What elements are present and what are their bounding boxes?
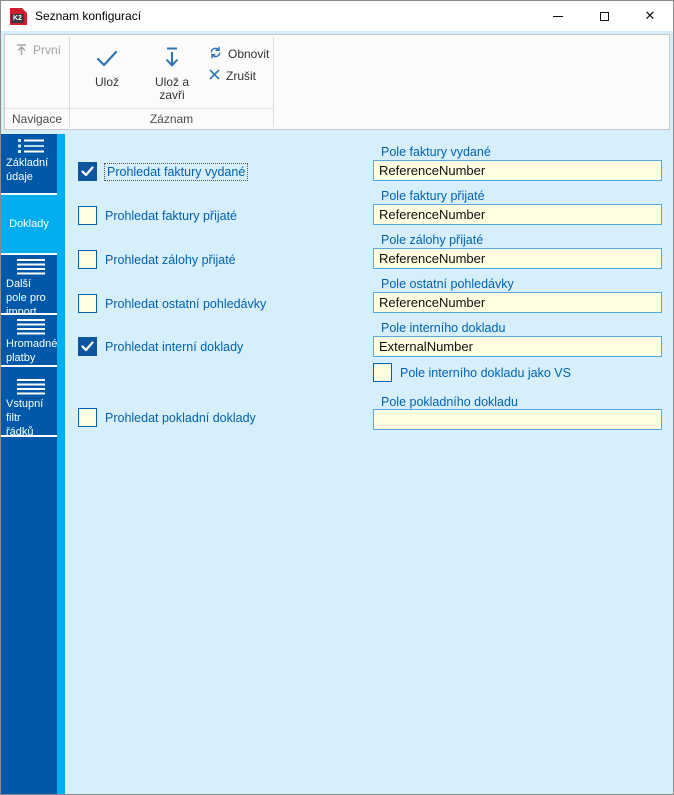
save-close-arrow-icon	[162, 45, 182, 71]
checkbox-unchecked	[78, 408, 97, 427]
refresh-icon	[208, 45, 223, 63]
minimize-icon	[553, 15, 563, 17]
checkbox-label: Pole interního dokladu jako VS	[400, 365, 571, 380]
input-pole-zalohy-prijate[interactable]	[373, 248, 662, 269]
checkbox-label: Prohledat faktury přijaté	[105, 208, 238, 223]
sidebar-tab-label: Doklady	[9, 218, 49, 230]
checkbox-label: Prohledat zálohy přijaté	[105, 252, 236, 267]
sidebar-tab-label: Vstupní filtr řádků	[6, 398, 44, 437]
maximize-icon	[599, 11, 609, 21]
checkbox-checked-icon	[78, 162, 97, 181]
close-button[interactable]: ✕	[627, 1, 673, 31]
ribbon-empty-area	[274, 35, 669, 129]
save-button[interactable]: Ulož	[76, 35, 138, 108]
cancel-button[interactable]: Zrušit	[208, 65, 269, 87]
checkbox-unchecked	[78, 250, 97, 269]
refresh-button-label: Obnovit	[228, 47, 270, 61]
first-arrow-icon	[15, 43, 28, 59]
maximize-button[interactable]	[581, 1, 627, 31]
app-icon-label: K2	[11, 13, 24, 23]
checkbox-prohledat-interni-doklady[interactable]: Prohledat interní doklady	[78, 337, 243, 356]
ribbon-group-navigace-label: Navigace	[5, 108, 69, 129]
ribbon-group-zaznam: Ulož Ulož a zavři Obnovit Zrušit Záznam	[70, 35, 273, 129]
minimize-button[interactable]	[535, 1, 581, 31]
checkbox-unchecked	[78, 294, 97, 313]
checkbox-prohledat-faktury-prijate[interactable]: Prohledat faktury přijaté	[78, 206, 237, 225]
checkbox-label: Prohledat faktury vydané	[103, 162, 249, 181]
window-controls: ✕	[535, 1, 673, 31]
app-window: K2 Seznam konfigurací ✕ První Navigace U…	[0, 0, 674, 795]
lines-icon	[6, 319, 55, 335]
field-label-pole-ostatni-pohledavky: Pole ostatní pohledávky	[381, 277, 514, 291]
checkmark-icon	[95, 45, 119, 71]
input-pole-ostatni-pohledavky[interactable]	[373, 292, 662, 313]
ribbon: První Navigace Ulož Ulož a zavři Obnovit…	[4, 34, 670, 130]
titlebar: K2 Seznam konfigurací ✕	[1, 1, 673, 31]
checkbox-prohledat-faktury-vydane[interactable]: Prohledat faktury vydané	[78, 162, 249, 181]
checkbox-label: Prohledat ostatní pohledávky	[105, 296, 267, 311]
x-icon	[208, 68, 221, 84]
input-pole-faktury-prijate[interactable]	[373, 204, 662, 225]
checkbox-unchecked	[373, 363, 392, 382]
field-label-pole-faktury-vydane: Pole faktury vydané	[381, 145, 491, 159]
checkbox-unchecked	[78, 206, 97, 225]
checkbox-prohledat-pokladni-doklady[interactable]: Prohledat pokladní doklady	[78, 408, 256, 427]
sidebar-tab-dalsi-pole-pro-import[interactable]: Další pole pro import	[1, 255, 57, 315]
sidebar-tab-label: Další pole pro import	[6, 278, 46, 315]
save-and-close-button-label: Ulož a zavři	[154, 75, 189, 102]
sidebar-tab-doklady[interactable]: Doklady	[1, 195, 57, 255]
ribbon-group-navigace: První Navigace	[5, 35, 69, 129]
ribbon-group-zaznam-label: Záznam	[70, 108, 273, 129]
sidebar-filler	[1, 437, 57, 794]
sidebar-accent-strip	[57, 134, 65, 794]
cancel-button-label: Zrušit	[226, 69, 256, 83]
main-area: Základní údaje Doklady Další pole pro impo…	[1, 134, 673, 794]
field-label-pole-pokladniho-dokladu: Pole pokladního dokladu	[381, 395, 518, 409]
app-icon-fold	[22, 7, 27, 13]
lines-icon	[6, 259, 55, 275]
ribbon-small-buttons: Obnovit Zrušit	[208, 35, 269, 108]
checkbox-pole-interniho-dokladu-jako-vs[interactable]: Pole interního dokladu jako VS	[373, 363, 571, 382]
sidebar-tab-label: Základní údaje	[6, 157, 49, 183]
field-label-pole-interniho-dokladu: Pole interního dokladu	[381, 321, 506, 335]
sidebar-tab-zakladni-udaje[interactable]: Základní údaje	[1, 134, 57, 195]
app-icon: K2	[10, 7, 27, 25]
sidebar-tab-hromadne-platby[interactable]: Hromadné platby	[1, 315, 57, 367]
ribbon-zone: První Navigace Ulož Ulož a zavři Obnovit…	[1, 31, 673, 134]
field-label-pole-zalohy-prijate: Pole zálohy přijaté	[381, 233, 484, 247]
input-pole-pokladniho-dokladu[interactable]	[373, 409, 662, 430]
first-button[interactable]: První	[5, 35, 61, 108]
field-label-pole-faktury-prijate: Pole faktury přijaté	[381, 189, 485, 203]
bullet-list-icon	[6, 138, 55, 154]
checkbox-label: Prohledat interní doklady	[105, 339, 244, 354]
sidebar-tab-vstupni-filtr-radku[interactable]: Vstupní filtr řádků	[1, 367, 57, 437]
checkbox-prohledat-ostatni-pohledavky[interactable]: Prohledat ostatní pohledávky	[78, 294, 266, 313]
input-pole-faktury-vydane[interactable]	[373, 160, 662, 181]
doklady-panel: Prohledat faktury vydané Prohledat faktu…	[65, 134, 673, 794]
refresh-button[interactable]: Obnovit	[208, 43, 269, 65]
sidebar: Základní údaje Doklady Další pole pro impo…	[1, 134, 57, 794]
lines-icon	[6, 379, 55, 395]
checkbox-label: Prohledat pokladní doklady	[105, 410, 256, 425]
sidebar-tab-label: Hromadné platby	[6, 338, 57, 364]
window-title: Seznam konfigurací	[35, 9, 142, 23]
save-and-close-button[interactable]: Ulož a zavři	[140, 35, 204, 108]
save-button-label: Ulož	[94, 75, 119, 89]
checkbox-prohledat-zalohy-prijate[interactable]: Prohledat zálohy přijaté	[78, 250, 236, 269]
checkbox-checked-icon	[78, 337, 97, 356]
input-pole-interniho-dokladu[interactable]	[373, 336, 662, 357]
first-button-label: První	[33, 43, 62, 57]
